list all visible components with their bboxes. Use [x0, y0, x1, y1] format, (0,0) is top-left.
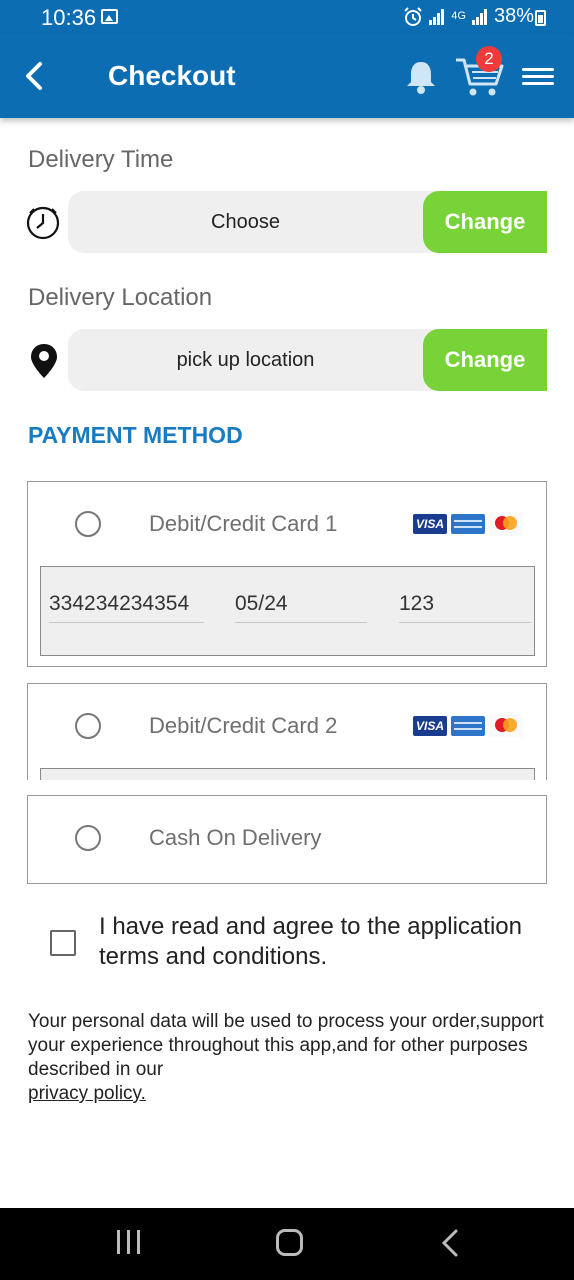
delivery-location-value: pick up location	[176, 349, 315, 371]
notifications-button[interactable]	[403, 54, 439, 98]
terms-text: I have read and agree to the application…	[99, 913, 522, 970]
card-1-radio[interactable]	[75, 511, 101, 537]
back-arrow-icon	[26, 62, 42, 90]
privacy-notice-text: Your personal data will be used to proce…	[28, 1011, 544, 1080]
payment-option-cash[interactable]: Cash On Delivery	[27, 795, 547, 884]
clock-icon	[26, 206, 60, 245]
system-nav-bar	[0, 1208, 574, 1280]
mastercard-logo-icon	[489, 512, 523, 536]
card-cvv-input[interactable]: 123	[399, 587, 531, 623]
payment-method-heading: PAYMENT METHOD	[28, 422, 243, 448]
page-title: Checkout	[108, 60, 236, 91]
card-brand-logos: VISA	[413, 512, 523, 536]
location-pin-icon	[30, 343, 58, 384]
delivery-time-field[interactable]: Choose Change	[68, 191, 547, 253]
signal-icon-2	[471, 8, 488, 25]
amex-logo-icon	[451, 514, 485, 534]
gallery-notification-icon	[101, 9, 118, 24]
bell-icon	[407, 62, 435, 94]
status-time: 10:36	[41, 5, 97, 30]
amex-logo-icon	[451, 716, 485, 736]
terms-checkbox[interactable]	[50, 930, 76, 956]
card-2-fields	[40, 768, 535, 780]
change-delivery-time-button[interactable]: Change	[423, 191, 547, 253]
menu-button[interactable]	[522, 64, 554, 90]
checkout-screen: 10:36 4G 38% Checkout 2 Delivery Time Ch…	[0, 0, 574, 1280]
delivery-time-value: Choose	[211, 211, 280, 233]
privacy-notice: Your personal data will be used to proce…	[28, 1010, 548, 1106]
delivery-location-label: Delivery Location	[28, 284, 213, 311]
system-back-icon	[441, 1229, 458, 1257]
system-back-button[interactable]	[438, 1228, 462, 1258]
card-1-label: Debit/Credit Card 1	[149, 511, 338, 536]
signal-icon	[429, 8, 445, 25]
battery-percent: 38%	[493, 5, 534, 27]
privacy-policy-link[interactable]: privacy policy.	[28, 1083, 146, 1104]
visa-logo-icon: VISA	[413, 716, 447, 736]
network-type: 4G	[451, 10, 466, 22]
battery-icon	[535, 10, 546, 26]
visa-logo-icon: VISA	[413, 514, 447, 534]
card-1-fields: 334234234354 05/24 123	[40, 566, 535, 656]
status-indicators: 4G 38%	[403, 5, 534, 28]
card-2-label: Debit/Credit Card 2	[149, 713, 338, 738]
mastercard-logo-icon	[489, 714, 523, 738]
hamburger-menu-icon	[522, 68, 554, 71]
recents-button[interactable]	[117, 1230, 143, 1256]
payment-option-card-2[interactable]: Debit/Credit Card 2 VISA	[27, 683, 547, 780]
home-button[interactable]	[276, 1229, 303, 1256]
delivery-location-field[interactable]: pick up location Change	[68, 329, 547, 391]
status-bar: 10:36 4G 38%	[0, 0, 574, 34]
alarm-icon	[404, 6, 422, 26]
card-number-input[interactable]: 334234234354	[49, 587, 204, 623]
payment-option-card-1[interactable]: Debit/Credit Card 1 VISA 334234234354 05…	[27, 481, 547, 667]
card-expiry-input[interactable]: 05/24	[235, 587, 367, 623]
delivery-time-label: Delivery Time	[28, 146, 174, 173]
cash-label: Cash On Delivery	[149, 825, 322, 850]
cash-radio[interactable]	[75, 825, 101, 851]
card-2-radio[interactable]	[75, 713, 101, 739]
card-brand-logos-2: VISA	[413, 714, 523, 738]
cart-count-badge: 2	[476, 46, 502, 72]
back-button[interactable]	[18, 54, 54, 98]
change-delivery-location-button[interactable]: Change	[423, 329, 547, 391]
